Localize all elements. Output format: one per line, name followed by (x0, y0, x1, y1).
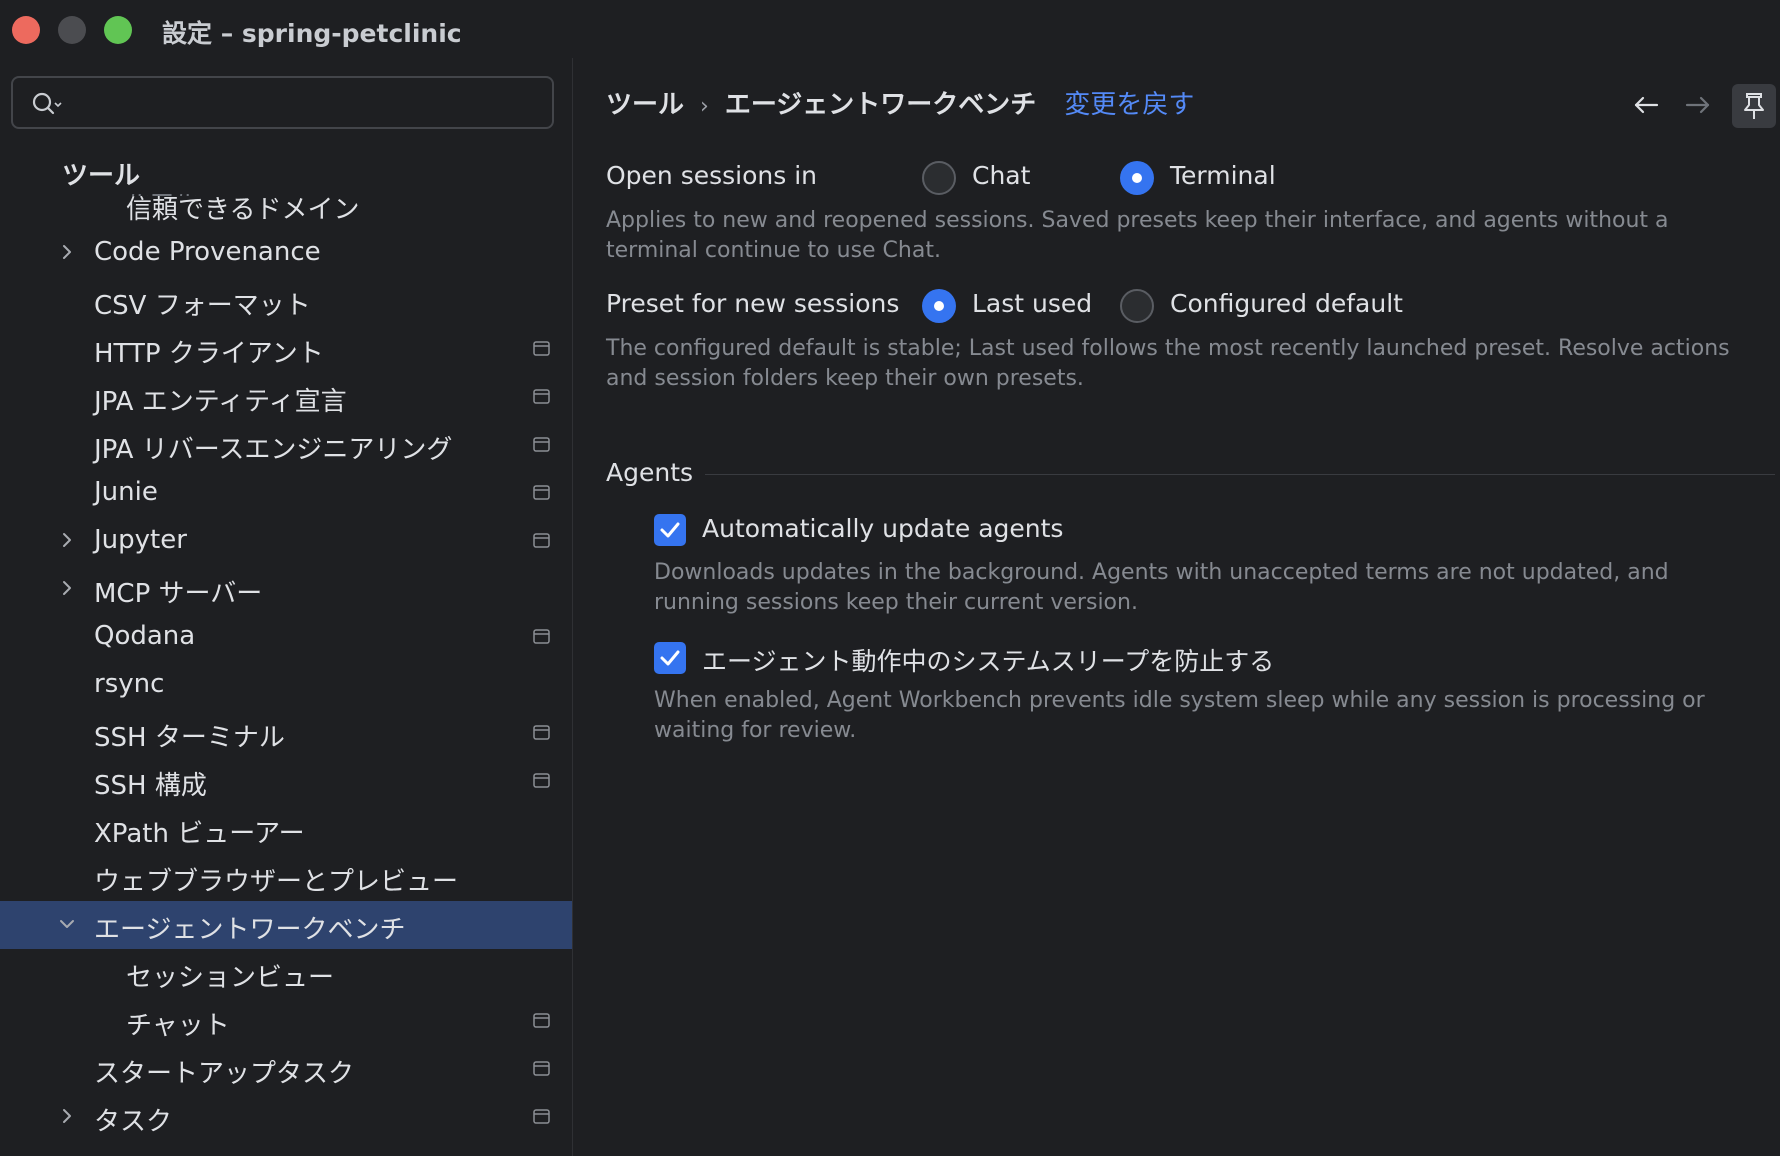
tree-item-label: チャット (126, 1011, 230, 1041)
tree-item-label: Qodana (94, 621, 196, 651)
project-level-icon (533, 629, 550, 644)
radio-preset-configured-default[interactable] (1120, 289, 1154, 323)
radio-open-in-chat[interactable] (922, 161, 956, 195)
tree-item-label: スタートアップタスク (94, 1059, 355, 1089)
preset-help: The configured default is stable; Last u… (606, 336, 1730, 391)
tree-item-label: SSH ターミナル (94, 723, 285, 753)
chevron-right-icon[interactable] (58, 1107, 76, 1125)
project-level-icon (533, 1061, 550, 1076)
tree-item[interactable]: セッションビュー (0, 949, 572, 997)
tree-item-label: タスク (94, 1107, 173, 1137)
radio-preset-last-used[interactable] (922, 289, 956, 323)
tree-item-label: rsync (94, 669, 165, 699)
project-level-icon (533, 773, 550, 788)
project-level-icon (533, 1013, 550, 1028)
revert-changes-link[interactable]: 変更を戻す (1064, 90, 1194, 120)
radio-open-in-chat-label[interactable]: Chat (972, 161, 1030, 190)
tree-item-label: Code Provenance (94, 237, 321, 267)
tree-sticky-header-label: ツール (62, 161, 141, 191)
tree-item-label: Junie (94, 477, 158, 507)
checkmark-icon (660, 522, 680, 538)
pin-window-button[interactable] (1732, 84, 1776, 128)
tree-sticky-header[interactable]: ツール (0, 146, 572, 194)
prevent-sleep-label[interactable]: エージェント動作中のシステムスリープを防止する (702, 642, 1274, 678)
settings-sidebar: ツール ルール 信頼できるドメインCode ProvenanceCSV フォーマ… (0, 58, 573, 1156)
open-sessions-help: Applies to new and reopened sessions. Sa… (606, 208, 1669, 263)
project-level-icon (533, 341, 550, 356)
radio-open-in-terminal[interactable] (1120, 161, 1154, 195)
auto-update-agents-checkbox[interactable] (654, 514, 686, 546)
project-level-icon (533, 1109, 550, 1124)
search-icon[interactable] (31, 90, 63, 118)
tree-item[interactable]: エージェントワークベンチ (0, 901, 572, 949)
tree-item[interactable]: ウェブブラウザーとプレビュー (0, 853, 572, 901)
window-minimize-button[interactable] (58, 16, 86, 44)
tree-item-label: XPath ビューアー (94, 819, 305, 849)
chevron-down-icon[interactable] (58, 915, 76, 933)
open-sessions-label: Open sessions in (606, 161, 818, 190)
agents-section-title: Agents (606, 458, 694, 487)
radio-preset-configured-default-label[interactable]: Configured default (1170, 289, 1403, 318)
tree-item-label: CSV フォーマット (94, 291, 311, 321)
tree-item[interactable]: Code Provenance (0, 229, 572, 277)
tree-item[interactable]: Jupyter (0, 517, 572, 565)
tree-item[interactable]: XPath ビューアー (0, 805, 572, 853)
tree-item[interactable]: スタートアップタスク (0, 1045, 572, 1093)
preset-label: Preset for new sessions (606, 289, 900, 318)
tree-item-label: JPA リバースエンジニアリング (94, 435, 453, 465)
chevron-right-icon[interactable] (58, 579, 76, 597)
project-level-icon (533, 533, 550, 548)
auto-update-agents-label[interactable]: Automatically update agents (702, 514, 1063, 543)
tree-item[interactable]: rsync (0, 661, 572, 709)
window-title: 設定 – spring-petclinic (162, 19, 462, 48)
back-arrow-icon[interactable] (1631, 90, 1661, 120)
window-close-button[interactable] (12, 16, 40, 44)
settings-content: ツール › エージェントワークベンチ 変更を戻す Open sessions in C… (573, 58, 1780, 1156)
title-bar: 設定 – spring-petclinic (0, 0, 1780, 58)
tree-item-label: エージェントワークベンチ (94, 915, 406, 945)
breadcrumb: ツール › エージェントワークベンチ 変更を戻す (606, 84, 1194, 124)
tree-item[interactable]: MCP サーバー (0, 565, 572, 613)
settings-search-box[interactable] (11, 76, 554, 129)
breadcrumb-separator-icon: › (700, 94, 709, 119)
tree-item[interactable]: チャット (0, 997, 572, 1045)
prevent-sleep-checkbox[interactable] (654, 642, 686, 674)
project-level-icon (533, 437, 550, 452)
tree-item-label: セッションビュー (126, 963, 335, 993)
pin-icon (1744, 93, 1764, 119)
tree-item[interactable]: Qodana (0, 613, 572, 661)
tree-item-label: ウェブブラウザーとプレビュー (94, 867, 459, 897)
auto-update-agents-help: Downloads updates in the background. Age… (654, 560, 1669, 615)
tree-item-label: JPA エンティティ宣言 (94, 387, 347, 417)
tree-item[interactable]: タスク (0, 1093, 572, 1141)
tree-item-label: HTTP クライアント (94, 339, 324, 369)
tree-item[interactable]: CSV フォーマット (0, 277, 572, 325)
forward-arrow-icon[interactable] (1683, 90, 1713, 120)
tree-item-label: SSH 構成 (94, 771, 207, 801)
tree-item[interactable]: SSH 構成 (0, 757, 572, 805)
breadcrumb-parent[interactable]: ツール (606, 90, 684, 120)
tree-item-label: MCP サーバー (94, 579, 263, 609)
settings-tree: ツール ルール 信頼できるドメインCode ProvenanceCSV フォーマ… (0, 146, 572, 1156)
chevron-right-icon[interactable] (58, 243, 76, 261)
breadcrumb-current: エージェントワークベンチ (724, 90, 1037, 120)
tree-item[interactable]: JPA リバースエンジニアリング (0, 421, 572, 469)
tree-item[interactable]: SSH ターミナル (0, 709, 572, 757)
section-divider (705, 474, 1775, 475)
project-level-icon (533, 485, 550, 500)
prevent-sleep-help: When enabled, Agent Workbench prevents i… (654, 688, 1705, 743)
tree-item[interactable]: Junie (0, 469, 572, 517)
radio-preset-last-used-label[interactable]: Last used (972, 289, 1092, 318)
project-level-icon (533, 389, 550, 404)
project-level-icon (533, 725, 550, 740)
tree-item[interactable]: JPA エンティティ宣言 (0, 373, 572, 421)
settings-search-input[interactable] (75, 88, 539, 120)
window-maximize-button[interactable] (104, 16, 132, 44)
chevron-right-icon[interactable] (58, 531, 76, 549)
checkmark-icon (660, 650, 680, 666)
tree-item-label: Jupyter (94, 525, 187, 555)
tree-item[interactable]: HTTP クライアント (0, 325, 572, 373)
radio-open-in-terminal-label[interactable]: Terminal (1170, 161, 1276, 190)
